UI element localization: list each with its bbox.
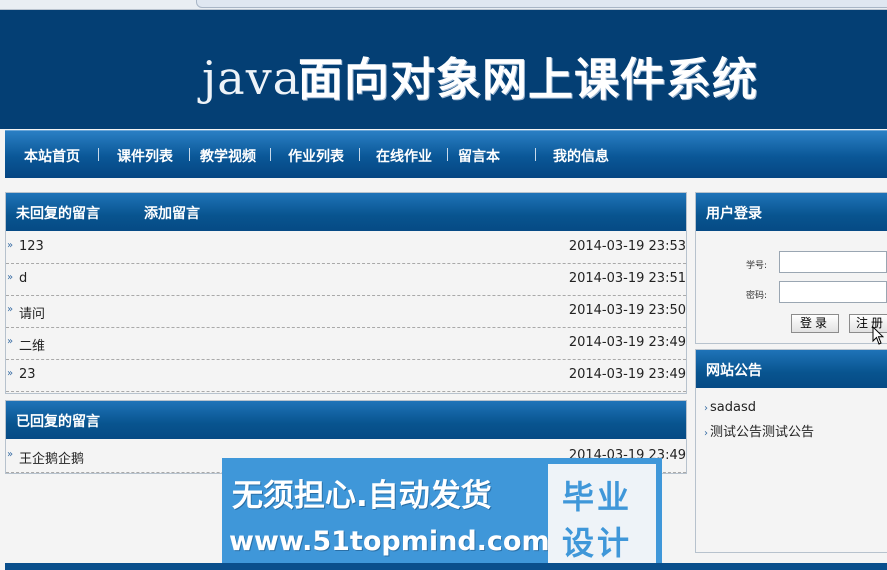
message-title[interactable]: 二维 [19,335,45,354]
main-nav: 本站首页 课件列表 教学视频 作业列表 在线作业 留言本 我的信息 [5,130,887,178]
list-item[interactable]: » 请问 2014-03-19 23:50 [6,296,686,328]
notice-panel: 网站公告 › sadasd › 测试公告测试公告 [695,349,887,553]
banner-title: 面向对象网上课件系统 [298,54,759,105]
message-title[interactable]: 请问 [19,303,45,322]
watermark-badge-line2: 设计 [562,524,633,562]
watermark-badge: 毕业 设计 [548,464,656,568]
nav-separator [98,148,99,161]
message-title[interactable]: 23 [19,367,36,382]
list-item[interactable]: » 23 2014-03-19 23:49 [6,360,686,392]
login-panel: 用户登录 学号: 密码: 登录 注册 [695,192,887,344]
notice-item[interactable]: › 测试公告测试公告 [704,421,814,440]
unreplied-panel: 未回复的留言 添加留言 » 123 2014-03-19 23:53 » d 2014-… [5,192,687,394]
double-arrow-icon: » [7,336,14,347]
username-input[interactable] [779,251,887,273]
list-item[interactable]: » 二维 2014-03-19 23:49 [6,328,686,360]
message-title[interactable]: 123 [19,239,44,254]
nav-item-guestbook[interactable]: 留言本 [458,146,500,166]
watermark-badge-line1: 毕业 [562,478,633,516]
double-arrow-icon: » [7,240,14,251]
nav-separator [447,148,448,161]
arrow-icon: › [704,403,708,414]
nav-separator [535,148,536,161]
mouse-cursor-icon [872,326,884,345]
notice-text[interactable]: 测试公告测试公告 [710,425,814,440]
arrow-icon: › [704,428,708,439]
nav-item-videos[interactable]: 教学视频 [200,146,256,166]
nav-separator [270,148,271,161]
message-time: 2014-03-19 23:49 [568,367,686,382]
browser-tab-strip [0,0,887,10]
list-item[interactable]: » 123 2014-03-19 23:53 [6,232,686,264]
login-button[interactable]: 登录 [791,314,839,333]
nav-separator [359,148,360,161]
double-arrow-icon: » [7,449,14,460]
message-time: 2014-03-19 23:50 [568,303,686,318]
nav-item-my-info[interactable]: 我的信息 [553,146,609,166]
browser-tab[interactable] [196,0,887,8]
message-time: 2014-03-19 23:49 [568,335,686,350]
page-footer [5,563,887,570]
watermark-url: www.51topmind.com [229,526,550,557]
watermark-line1: 无须担心.自动发货 [232,478,492,514]
nav-item-courseware[interactable]: 课件列表 [117,146,173,166]
password-label: 密码: [746,291,768,301]
nav-item-home[interactable]: 本站首页 [24,146,80,166]
notice-title: 网站公告 [706,363,762,379]
unreplied-header: 未回复的留言 添加留言 [6,193,686,231]
banner-title-prefix: java [202,51,302,105]
notice-text[interactable]: sadasd [710,400,756,415]
message-title[interactable]: 王企鹅企鹅 [19,448,84,467]
password-input[interactable] [779,281,887,303]
replied-title: 已回复的留言 [16,414,100,430]
message-title[interactable]: d [19,271,27,286]
message-time: 2014-03-19 23:51 [568,271,686,286]
double-arrow-icon: » [7,304,14,315]
tab-unreplied[interactable]: 未回复的留言 [16,203,100,223]
nav-item-homework-list[interactable]: 作业列表 [288,146,344,166]
login-title: 用户登录 [706,206,762,222]
replied-header: 已回复的留言 [6,401,686,439]
nav-item-online-homework[interactable]: 在线作业 [376,146,432,166]
tab-add-message[interactable]: 添加留言 [144,203,200,223]
nav-separator [189,148,190,161]
notice-item[interactable]: › sadasd [704,400,756,415]
list-item[interactable]: » d 2014-03-19 23:51 [6,264,686,296]
double-arrow-icon: » [7,368,14,379]
notice-header: 网站公告 [696,350,887,388]
site-banner: java 面向对象网上课件系统 [0,10,887,129]
login-header: 用户登录 [696,193,887,231]
watermark-overlay: 无须担心.自动发货 www.51topmind.com 毕业 设计 [222,458,662,570]
double-arrow-icon: » [7,272,14,283]
message-time: 2014-03-19 23:53 [568,239,686,254]
username-label: 学号: [746,261,768,271]
